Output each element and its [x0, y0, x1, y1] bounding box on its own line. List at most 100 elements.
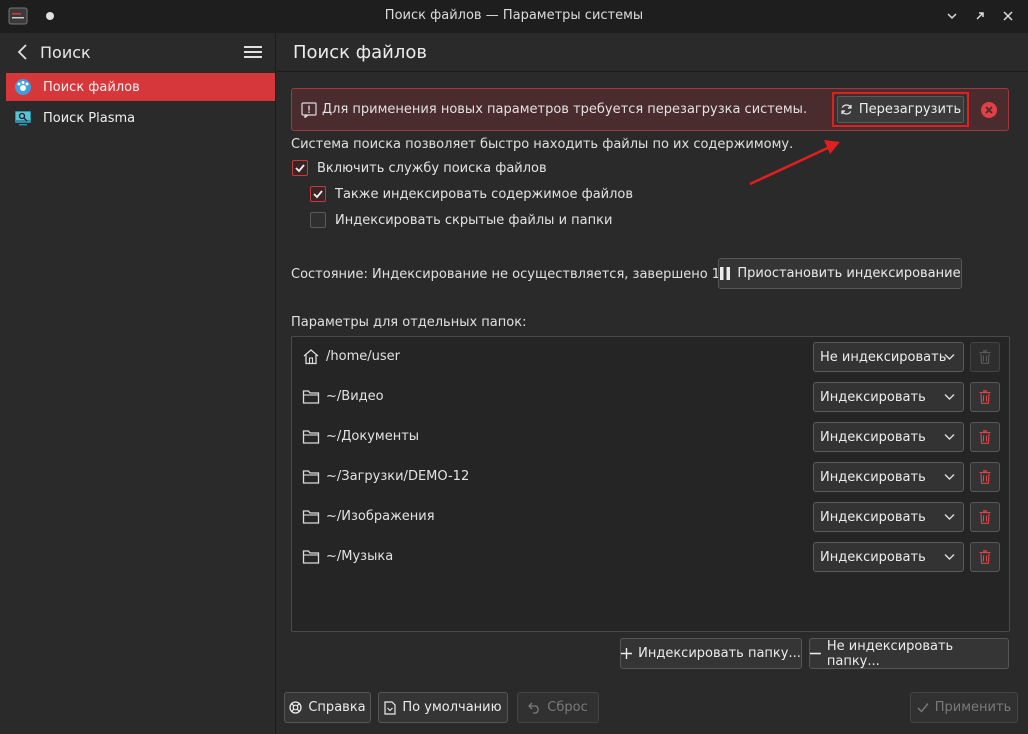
folder-row: ~/Документы Индексировать: [292, 417, 1009, 457]
apply-label: Применить: [934, 700, 1012, 715]
close-banner-icon[interactable]: [980, 101, 998, 119]
index-content-label: Также индексировать содержимое файлов: [335, 186, 634, 202]
document-icon: [384, 700, 397, 715]
folder-mode-value: Не индексировать: [820, 349, 947, 365]
info-icon: [301, 102, 317, 118]
folder-row: ~/Изображения Индексировать: [292, 497, 1009, 537]
plasma-search-icon: [14, 109, 32, 127]
checkmark-icon: [295, 164, 305, 173]
help-label: Справка: [308, 700, 366, 715]
folder-path: /home/user: [326, 349, 400, 364]
reboot-button[interactable]: Перезагрузить: [837, 96, 964, 123]
folder-icon: [302, 390, 320, 404]
index-content-checkbox-row[interactable]: Также индексировать содержимое файлов: [310, 186, 633, 202]
folder-mode-select[interactable]: Индексировать: [813, 502, 964, 532]
folder-path: ~/Изображения: [326, 509, 435, 524]
check-icon: [917, 703, 929, 713]
back-arrow-icon[interactable]: [14, 42, 34, 62]
folder-path: ~/Загрузки/DEMO-12: [326, 469, 470, 484]
folder-mode-value: Индексировать: [820, 389, 926, 405]
sidebar-item-plasma-search[interactable]: Поиск Plasma: [6, 104, 275, 132]
trash-icon: [979, 430, 991, 444]
pause-icon: [720, 267, 731, 280]
chevron-down-icon: [947, 13, 957, 20]
folders-section-label: Параметры для отдельных папок:: [291, 315, 527, 330]
folder-mode-select[interactable]: Индексировать: [813, 462, 964, 492]
exclude-folder-button[interactable]: Не индексировать папку...: [809, 638, 1009, 669]
delete-folder-button[interactable]: [970, 542, 1000, 572]
folder-path: ~/Документы: [326, 429, 420, 444]
checkmark-icon: [313, 190, 323, 199]
index-content-checkbox[interactable]: [310, 186, 326, 202]
chevron-down-icon: [944, 474, 955, 480]
sidebar-item-file-search[interactable]: Поиск файлов: [6, 73, 275, 101]
chevron-down-icon: [944, 554, 955, 560]
enable-service-checkbox[interactable]: [292, 160, 308, 176]
maximize-icon: [976, 12, 984, 20]
folder-mode-value: Индексировать: [820, 469, 926, 485]
delete-folder-button[interactable]: [970, 462, 1000, 492]
trash-icon: [979, 510, 991, 524]
reset-label: Сброс: [547, 700, 588, 715]
minimize-button[interactable]: [942, 6, 962, 26]
reset-button[interactable]: Сброс: [517, 692, 599, 723]
trash-icon: [979, 470, 991, 484]
restart-required-banner: Для применения новых параметров требуетс…: [291, 88, 1009, 131]
folder-mode-select[interactable]: Не индексировать: [813, 342, 964, 372]
folder-icon: [302, 550, 320, 564]
index-hidden-label: Индексировать скрытые файлы и папки: [335, 212, 613, 228]
maximize-button[interactable]: [970, 6, 990, 26]
annotation-arrow-icon: [749, 140, 840, 186]
folder-icon: [302, 510, 320, 524]
help-button[interactable]: Справка: [284, 692, 371, 723]
folder-row: /home/user Не индексировать: [292, 337, 1009, 377]
apply-button[interactable]: Применить: [910, 692, 1018, 723]
main-header: Поиск файлов: [277, 33, 1028, 72]
page-title: Поиск файлов: [293, 42, 427, 63]
delete-folder-button[interactable]: [970, 502, 1000, 532]
pause-indexing-button[interactable]: Приостановить индексирование: [718, 258, 962, 289]
enable-service-label: Включить службу поиска файлов: [317, 160, 547, 176]
enable-service-checkbox-row[interactable]: Включить службу поиска файлов: [292, 160, 547, 176]
reboot-button-label: Перезагрузить: [858, 102, 962, 117]
refresh-icon: [841, 104, 852, 115]
chevron-down-icon: [944, 354, 955, 360]
index-hidden-checkbox-row[interactable]: Индексировать скрытые файлы и папки: [310, 212, 612, 228]
folder-mode-value: Индексировать: [820, 549, 926, 565]
folder-mode-select[interactable]: Индексировать: [813, 382, 964, 412]
close-window-button[interactable]: [998, 6, 1018, 26]
plus-icon: [621, 648, 633, 659]
file-search-icon: [14, 78, 32, 96]
folder-row: ~/Музыка Индексировать: [292, 537, 1009, 577]
undo-icon: [528, 702, 539, 714]
hamburger-menu-icon[interactable]: [244, 44, 262, 60]
index-hidden-checkbox[interactable]: [310, 212, 326, 228]
defaults-button[interactable]: По умолчанию: [378, 692, 508, 723]
home-icon: [303, 349, 319, 365]
folder-mode-select[interactable]: Индексировать: [813, 422, 964, 452]
trash-icon: [979, 390, 991, 404]
banner-message: Для применения новых параметров требуетс…: [322, 102, 808, 117]
delete-folder-button[interactable]: [970, 342, 1000, 372]
sidebar-item-label: Поиск файлов: [43, 79, 140, 95]
sidebar-header: Поиск: [0, 33, 276, 72]
folder-icon: [302, 430, 320, 444]
add-index-folder-button[interactable]: Индексировать папку...: [620, 638, 802, 669]
folder-row: ~/Загрузки/DEMO-12 Индексировать: [292, 457, 1009, 497]
chevron-down-icon: [944, 434, 955, 440]
exclude-folder-label: Не индексировать папку...: [826, 638, 954, 669]
folder-mode-select[interactable]: Индексировать: [813, 542, 964, 572]
sidebar-item-label: Поиск Plasma: [43, 110, 136, 126]
delete-folder-button[interactable]: [970, 382, 1000, 412]
delete-folder-button[interactable]: [970, 422, 1000, 452]
trash-icon: [979, 550, 991, 564]
folder-icon: [302, 470, 320, 484]
close-icon: [1003, 11, 1013, 21]
indexing-status: Состояние: Индексирование не осуществляе…: [291, 267, 749, 282]
minus-icon: [810, 652, 821, 655]
main-content: Поиск файлов Для применения новых параме…: [277, 33, 1028, 734]
sidebar-title: Поиск: [40, 43, 91, 62]
window-title: Поиск файлов — Параметры системы: [384, 8, 644, 23]
reboot-button-highlight: Перезагрузить: [832, 92, 969, 127]
pause-indexing-label: Приостановить индексирование: [737, 266, 961, 281]
